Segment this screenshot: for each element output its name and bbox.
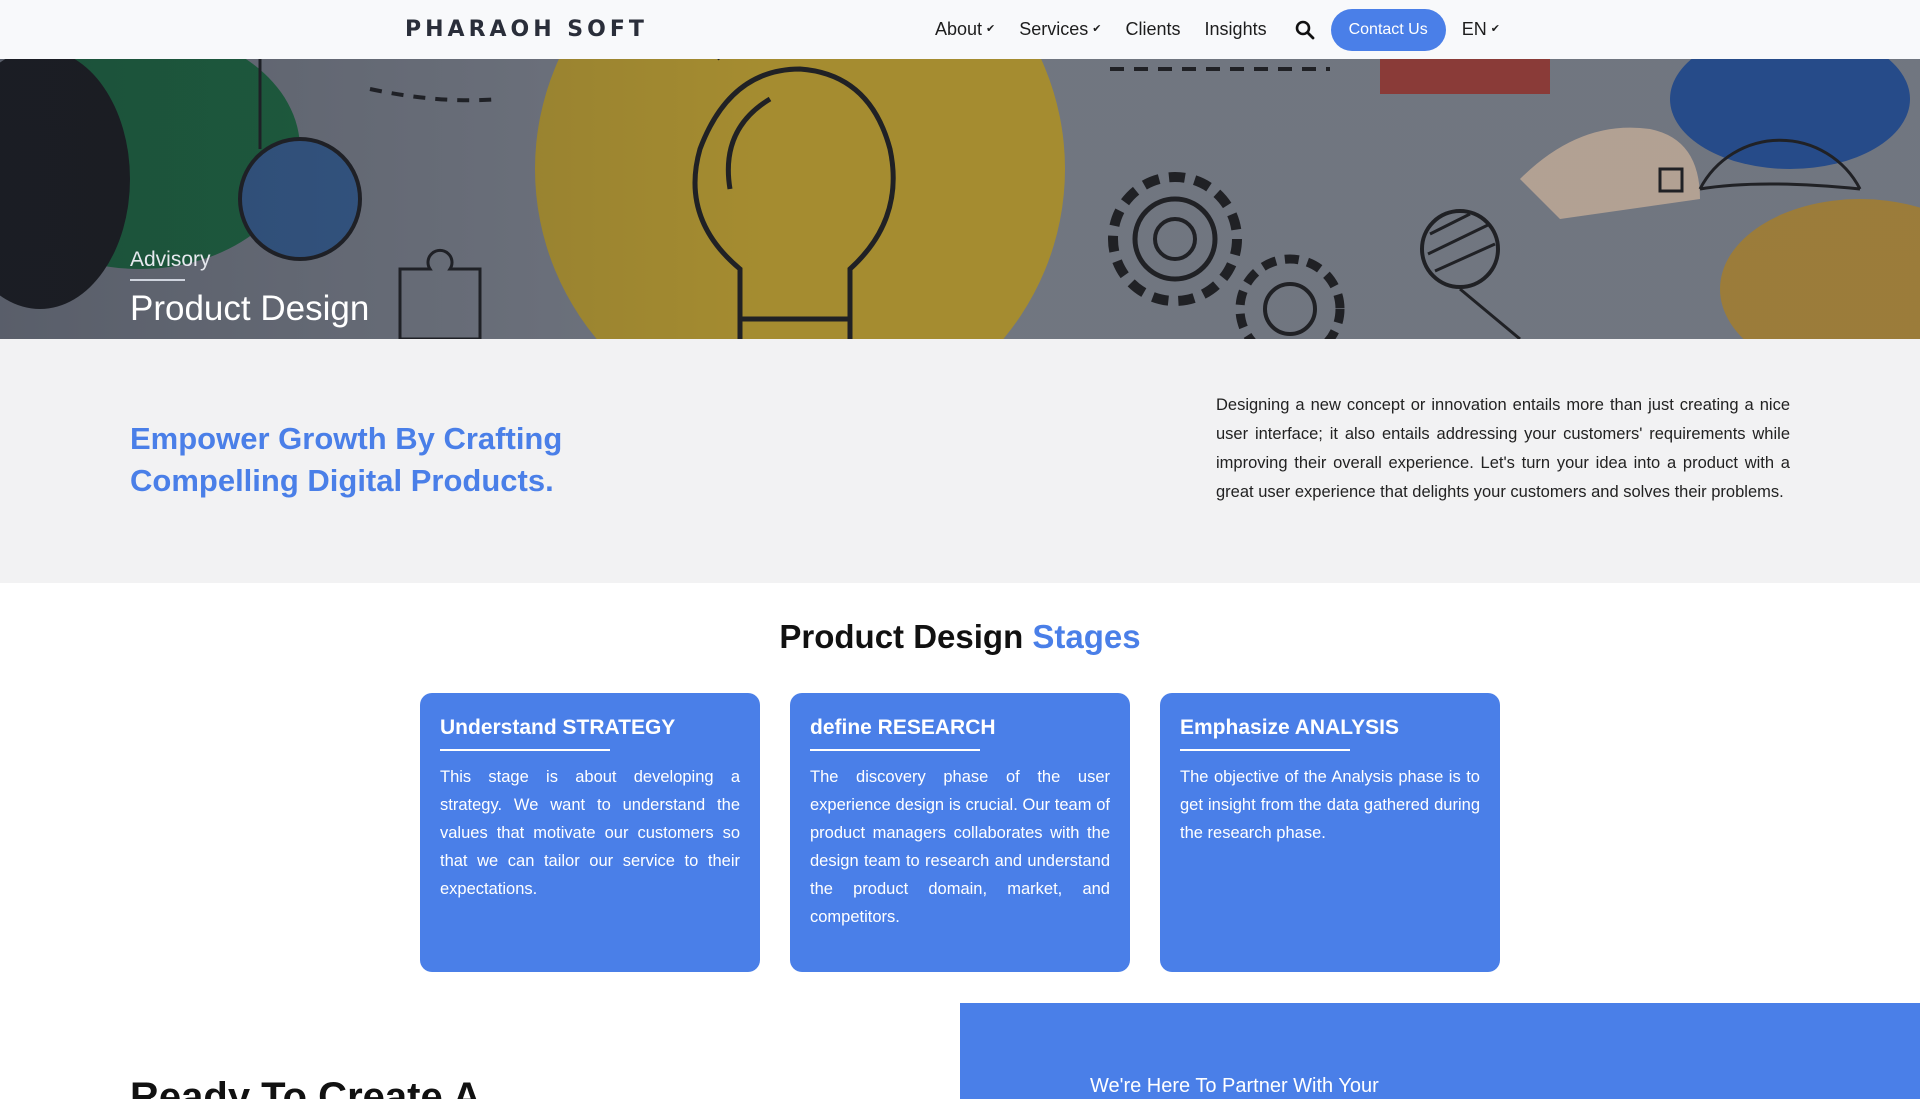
page-title: Product Design (130, 289, 370, 328)
card-text: The objective of the Analysis phase is t… (1180, 768, 1480, 842)
stages-title: Product Design Stages (0, 618, 1920, 656)
nav-item-label: Insights (1204, 19, 1267, 39)
card-divider (810, 749, 980, 751)
card-divider (1180, 749, 1350, 751)
partner-text: We're Here To Partner With Your (1090, 1075, 1379, 1097)
card-title: Understand STRATEGY (440, 716, 676, 739)
card-text: The discovery phase of the user experien… (810, 768, 1110, 926)
nav-links: About ✔ Services ✔ Clients Insights Cont… (935, 0, 1500, 59)
logo[interactable]: PHARAOH SOFT (405, 17, 648, 42)
card-divider (440, 749, 610, 751)
hero-divider (130, 279, 185, 281)
card-title: define RESEARCH (810, 716, 996, 739)
hero-category[interactable]: Advisory (130, 248, 211, 272)
chevron-down-icon: ✔ (1490, 23, 1500, 35)
stages-title-accent: Stages (1032, 618, 1141, 655)
nav-item-insights[interactable]: Insights (1205, 19, 1267, 40)
intro-heading: Empower Growth By Crafting Compelling Di… (130, 421, 563, 498)
nav-item-about[interactable]: About ✔ (935, 19, 995, 40)
stages-title-main: Product Design (779, 618, 1024, 655)
nav-item-clients[interactable]: Clients (1126, 19, 1181, 40)
card-title: Emphasize ANALYSIS (1180, 716, 1400, 739)
intro-paragraph: Designing a new concept or innovation en… (1216, 396, 1790, 501)
cta-heading: Ready To Create A (130, 1075, 482, 1099)
search-icon[interactable] (1295, 20, 1315, 40)
chevron-down-icon: ✔ (1092, 23, 1102, 35)
contact-us-button[interactable]: Contact Us (1330, 8, 1446, 51)
card-text: This stage is about developing a strateg… (440, 768, 740, 898)
stage-card-strategy: Understand STRATEGY This stage is about … (420, 693, 760, 972)
nav-item-label: About (935, 19, 983, 39)
stage-card-research: define RESEARCH The discovery phase of t… (790, 693, 1130, 972)
chevron-down-icon: ✔ (986, 23, 996, 35)
intro-section: Empower Growth By Crafting Compelling Di… (0, 339, 1920, 583)
stage-card-analysis: Emphasize ANALYSIS The objective of the … (1160, 693, 1500, 972)
nav-item-label: Services (1019, 19, 1089, 39)
partner-block: We're Here To Partner With Your (960, 1003, 1920, 1099)
top-navbar: PHARAOH SOFT About ✔ Services ✔ Clients … (0, 0, 1920, 59)
language-selector[interactable]: EN ✔ (1462, 19, 1500, 40)
language-label: EN (1461, 19, 1487, 39)
hero-banner: Advisory Product Design (0, 59, 1920, 339)
nav-item-label: Clients (1125, 19, 1181, 39)
nav-item-services[interactable]: Services ✔ (1019, 19, 1101, 40)
